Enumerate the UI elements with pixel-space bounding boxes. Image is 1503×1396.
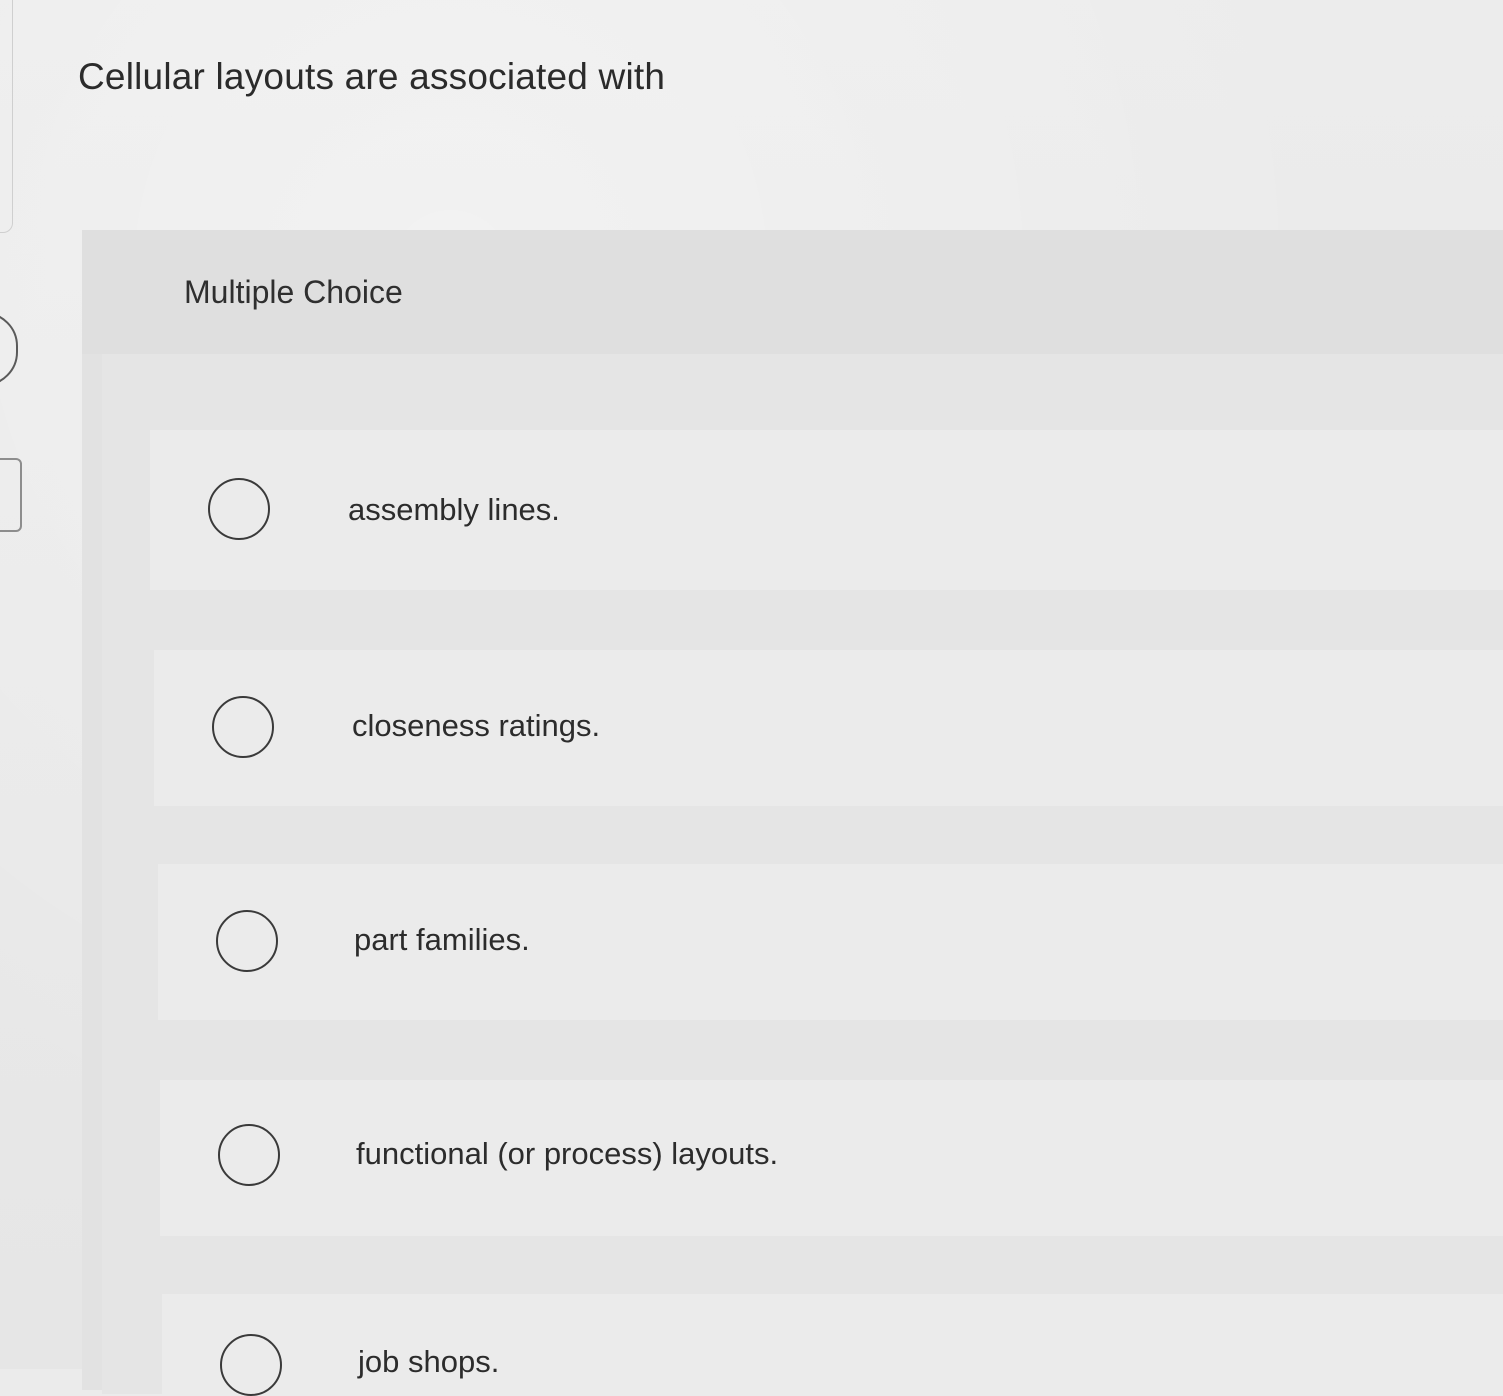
options-list: assembly lines. closeness ratings. part … (102, 354, 1503, 1396)
multiple-choice-header: Multiple Choice (82, 230, 1503, 354)
radio-button-icon[interactable] (212, 696, 274, 758)
option-label: part families. (354, 922, 530, 957)
option-closeness-ratings[interactable]: closeness ratings. (154, 650, 1503, 806)
option-label: closeness ratings. (352, 708, 601, 743)
option-label: functional (or process) layouts. (356, 1136, 779, 1171)
left-sidebar-edge (0, 0, 13, 233)
multiple-choice-label: Multiple Choice (184, 274, 403, 310)
multiple-choice-panel: Multiple Choice assembly lines. closenes… (82, 230, 1503, 1396)
option-job-shops[interactable]: job shops. (162, 1294, 1503, 1396)
radio-button-icon[interactable] (220, 1334, 282, 1396)
radio-button-icon[interactable] (208, 478, 270, 540)
option-functional-layouts[interactable]: functional (or process) layouts. (160, 1080, 1503, 1236)
radio-button-icon[interactable] (218, 1124, 280, 1186)
option-label: assembly lines. (348, 492, 560, 527)
option-part-families[interactable]: part families. (158, 864, 1503, 1020)
option-assembly-lines[interactable]: assembly lines. (150, 430, 1503, 590)
radio-button-icon[interactable] (216, 910, 278, 972)
left-navigation-tab-secondary[interactable] (0, 458, 22, 532)
option-label: job shops. (358, 1344, 500, 1379)
question-title: Cellular layouts are associated with (78, 56, 666, 97)
